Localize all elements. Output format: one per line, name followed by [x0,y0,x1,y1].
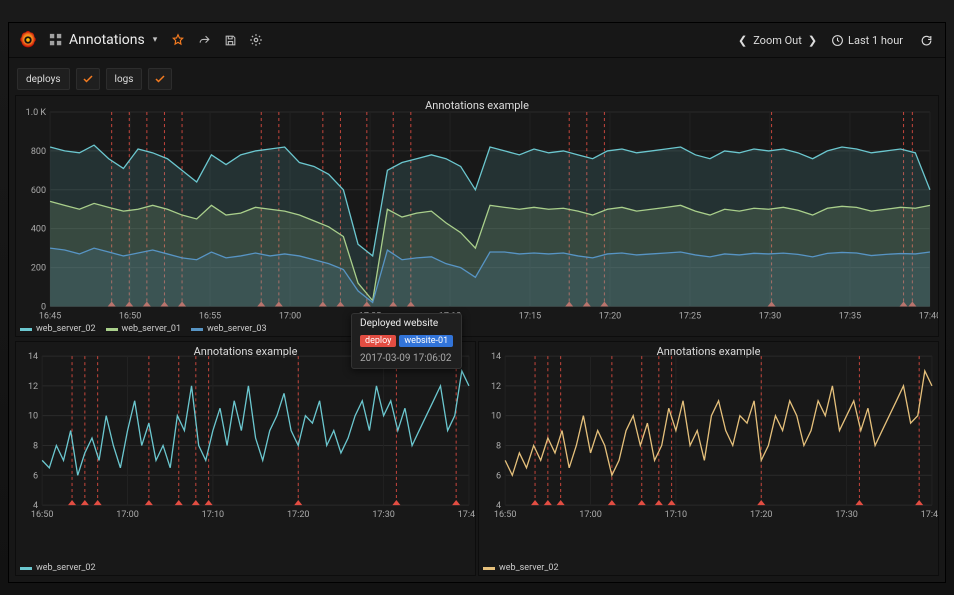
tooltip-badge-site: website-01 [399,335,453,347]
settings-gear-icon[interactable] [245,29,267,51]
svg-text:17:00: 17:00 [579,510,602,520]
svg-text:800: 800 [31,147,46,157]
svg-text:17:30: 17:30 [372,510,395,520]
legend-bl: web_server_02 [20,563,96,573]
svg-text:17:35: 17:35 [839,311,861,321]
svg-text:17:10: 17:10 [202,510,225,520]
svg-text:8: 8 [33,441,38,451]
chart-bottom-right[interactable]: 46810121416:5017:0017:1017:2017:3017:40 [479,342,938,533]
svg-text:8: 8 [496,441,501,451]
svg-text:200: 200 [31,264,46,274]
panel-bottom-right[interactable]: Annotations example 46810121416:5017:001… [478,341,939,576]
svg-text:6: 6 [33,471,38,481]
chart-bottom-left[interactable]: 46810121416:5017:0017:1017:2017:3017:40 [16,342,475,533]
svg-text:17:30: 17:30 [759,311,781,321]
time-range-picker[interactable]: Last 1 hour [831,34,903,47]
clock-icon [831,34,844,47]
legend-br: web_server_02 [483,563,559,573]
caret-down-icon: ▾ [153,35,158,45]
time-forward-button[interactable]: ❯ [808,34,817,47]
svg-text:17:10: 17:10 [665,510,688,520]
svg-text:17:40: 17:40 [458,510,475,520]
svg-text:16:45: 16:45 [39,311,61,321]
annotation-tag-logs[interactable]: logs [106,68,143,90]
svg-text:17:30: 17:30 [835,510,858,520]
svg-text:16:50: 16:50 [31,510,54,520]
annotation-tooltip: Deployed website deploy website-01 2017-… [351,313,462,369]
svg-text:14: 14 [28,352,38,362]
svg-text:17:20: 17:20 [599,311,621,321]
svg-text:17:00: 17:00 [116,510,139,520]
svg-text:10: 10 [28,412,38,422]
share-icon[interactable] [193,29,215,51]
svg-text:14: 14 [491,352,501,362]
chart-top[interactable]: 02004006008001.0 K16:4516:5016:5517:0017… [16,96,938,337]
svg-text:17:00: 17:00 [279,311,301,321]
refresh-icon[interactable] [915,29,937,51]
zoom-out-button[interactable]: Zoom Out [753,34,802,47]
annotation-tag-deploys[interactable]: deploys [17,68,70,90]
tooltip-timestamp: 2017-03-09 17:06:02 [352,351,461,368]
time-back-button[interactable]: ❮ [738,34,747,47]
svg-text:17:20: 17:20 [287,510,310,520]
panel-bottom-left[interactable]: Annotations example 46810121416:5017:001… [15,341,476,576]
tooltip-badge-deploy: deploy [360,335,396,347]
annotation-toggle-logs[interactable] [148,68,172,90]
svg-text:12: 12 [28,382,38,392]
save-icon[interactable] [219,29,241,51]
dashboard-title-dropdown[interactable]: Annotations ▾ [49,32,157,48]
svg-text:6: 6 [496,471,501,481]
svg-text:1.0 K: 1.0 K [26,108,47,118]
dashboard-title: Annotations [69,32,145,48]
svg-text:17:25: 17:25 [679,311,701,321]
panel-top[interactable]: Annotations example 02004006008001.0 K16… [15,95,939,337]
svg-text:400: 400 [31,225,46,235]
svg-text:17:40: 17:40 [921,510,938,520]
svg-text:10: 10 [491,412,501,422]
grafana-logo-icon[interactable] [17,29,39,51]
star-icon[interactable] [167,29,189,51]
svg-text:12: 12 [491,382,501,392]
svg-text:17:40: 17:40 [919,311,938,321]
annotation-toggle-deploys[interactable] [76,68,100,90]
svg-text:17:15: 17:15 [519,311,541,321]
apps-icon [49,33,63,47]
svg-text:17:20: 17:20 [750,510,773,520]
tooltip-title: Deployed website [352,314,461,333]
svg-text:16:50: 16:50 [494,510,517,520]
legend-top: web_server_02 web_server_01 web_server_0… [20,324,267,334]
svg-text:16:50: 16:50 [119,311,141,321]
svg-text:600: 600 [31,186,46,196]
svg-text:16:55: 16:55 [199,311,221,321]
